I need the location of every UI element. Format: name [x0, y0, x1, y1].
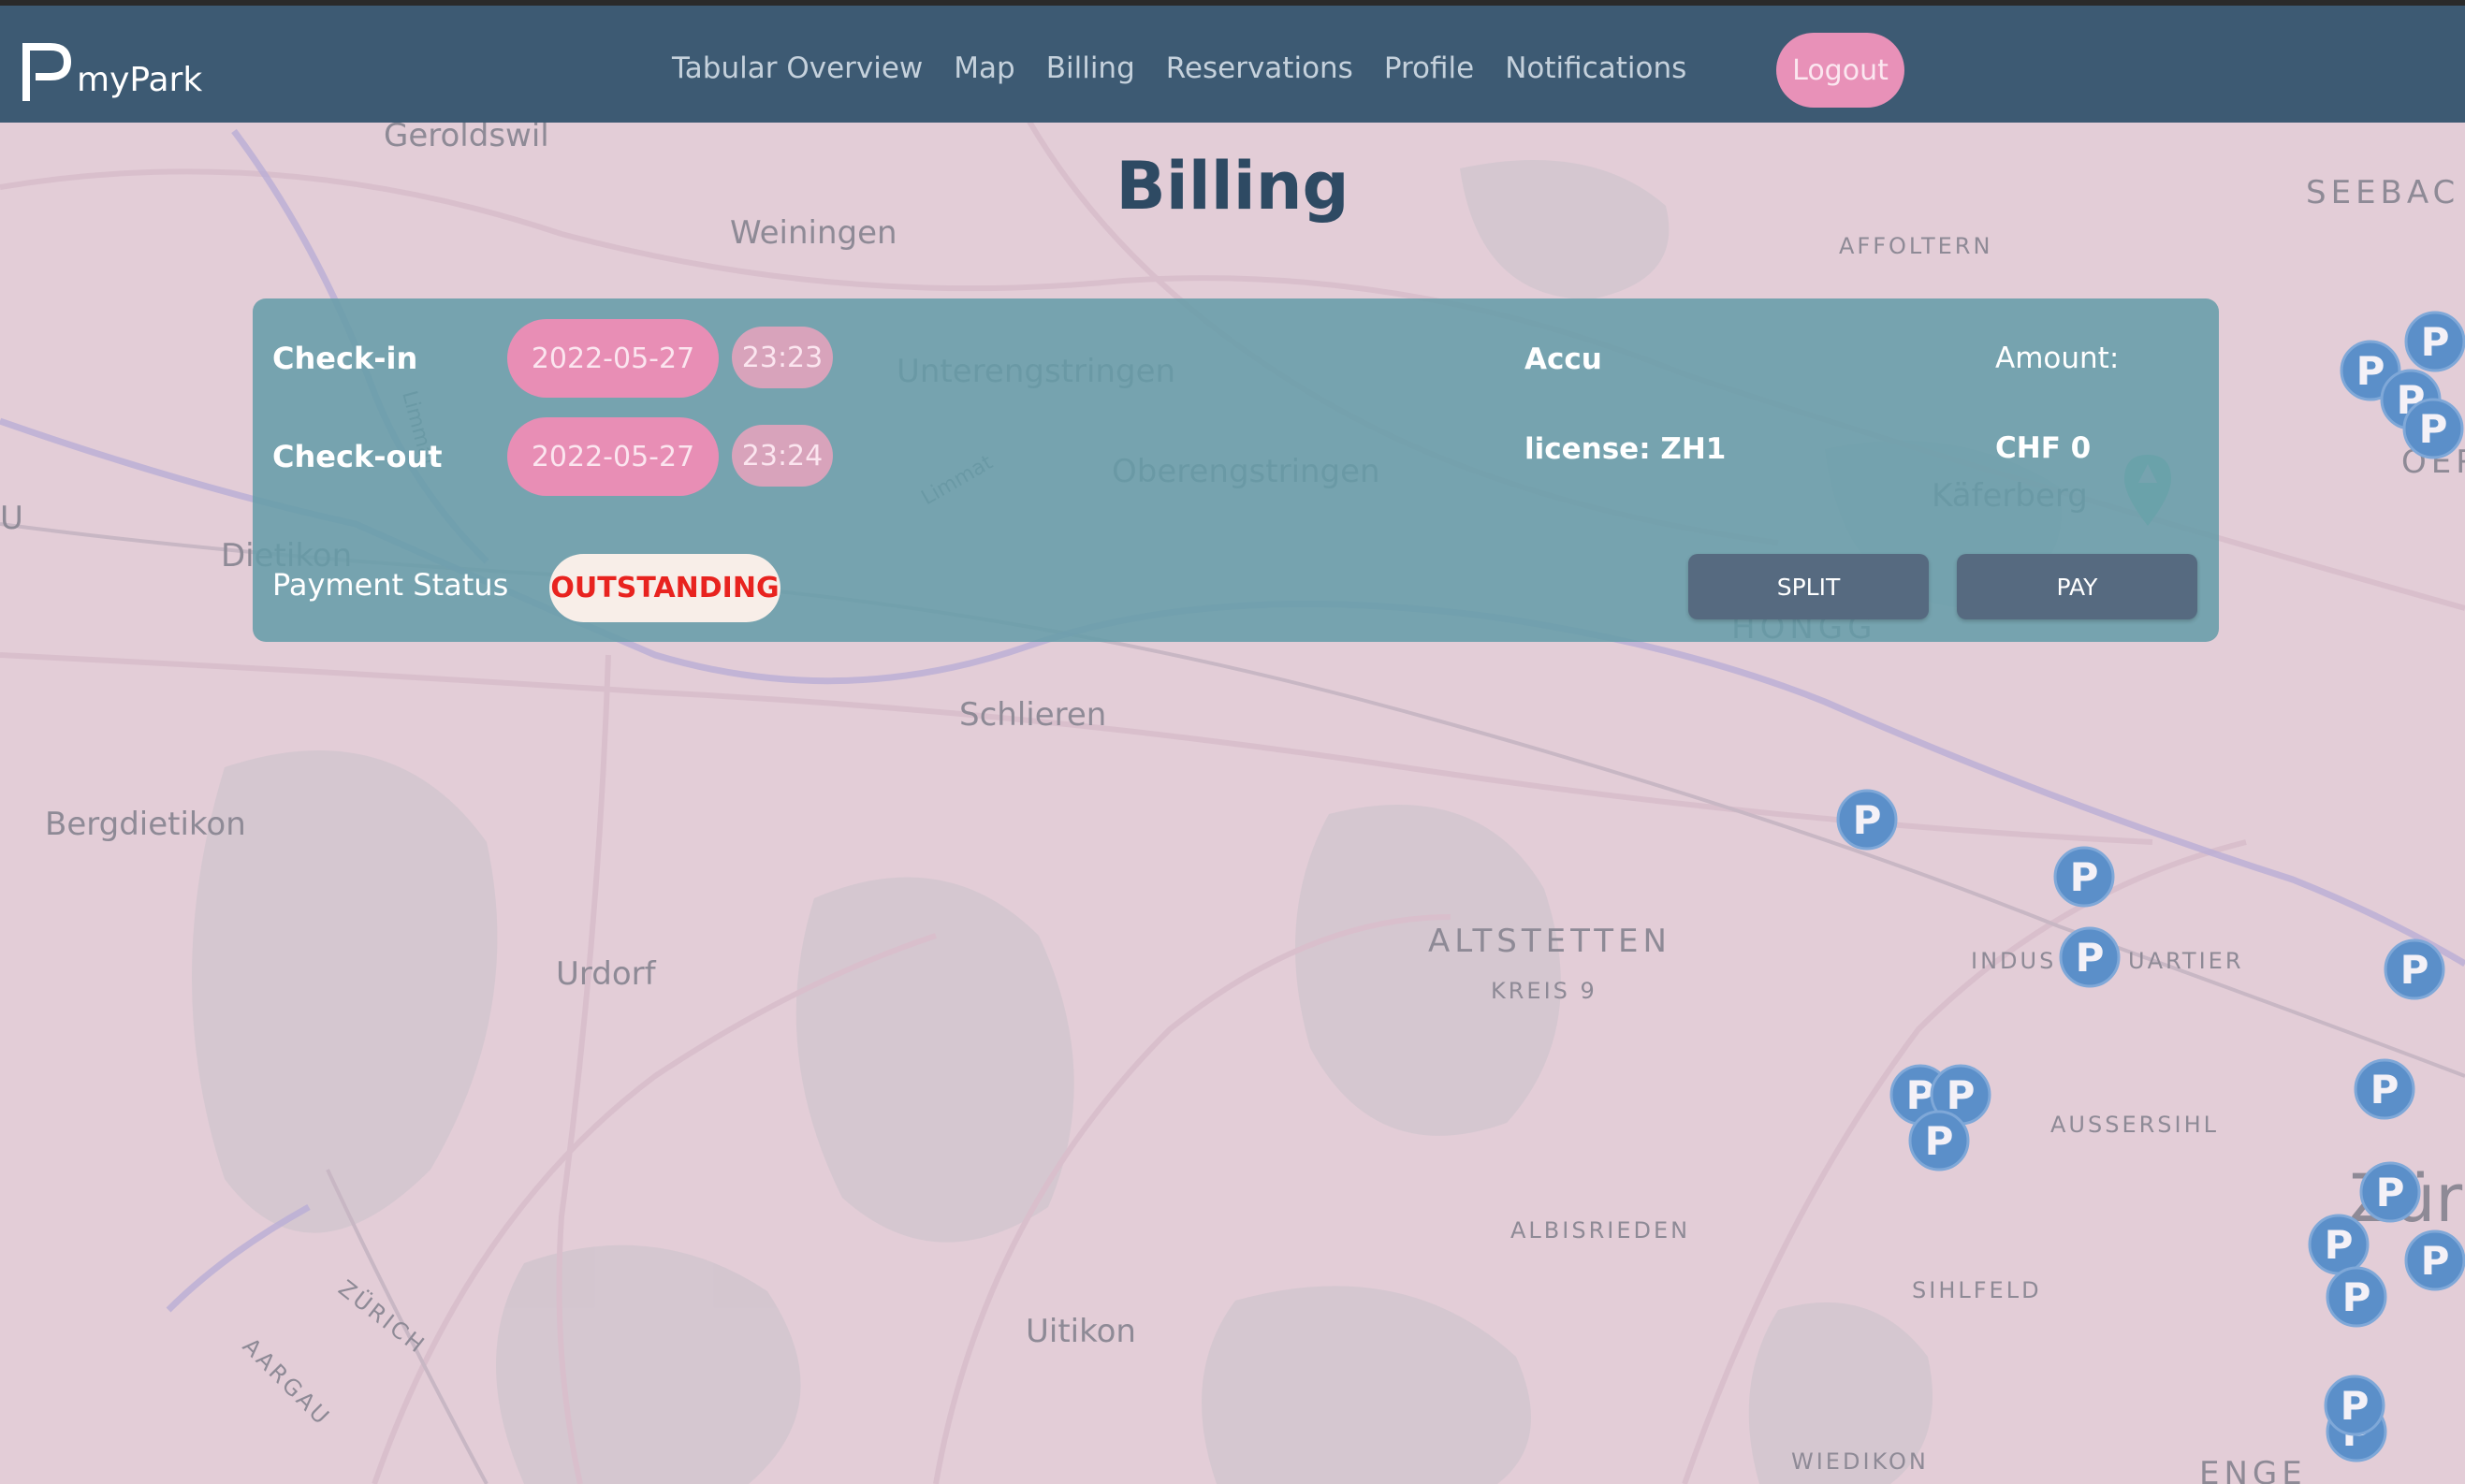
page-title: Billing	[1116, 148, 1349, 225]
parking-marker-icon[interactable]: P	[1908, 1110, 1970, 1171]
svg-text:P: P	[2076, 935, 2105, 981]
svg-text:Urdorf: Urdorf	[556, 955, 657, 993]
svg-text:Uitikon: Uitikon	[1026, 1313, 1136, 1350]
parking-marker-icon[interactable]: P	[2326, 1266, 2387, 1328]
mypark-logo-icon	[22, 43, 72, 101]
checkin-date: 2022-05-27	[507, 319, 719, 398]
brand[interactable]: myPark	[21, 36, 202, 101]
parking-marker-icon[interactable]: P	[2384, 938, 2445, 1000]
svg-text:P: P	[2341, 1383, 2370, 1429]
parking-marker-icon[interactable]: P	[2324, 1375, 2385, 1436]
svg-text:UARTIER: UARTIER	[2128, 948, 2244, 974]
license-plate: license: ZH1	[1524, 432, 1727, 466]
payment-status-label: Payment Status	[272, 567, 509, 603]
parking-marker-icon[interactable]: P	[2359, 1161, 2421, 1223]
svg-text:Schlieren: Schlieren	[959, 696, 1106, 734]
parking-name: Accu	[1524, 342, 1602, 376]
nav-link-notifications[interactable]: Notifications	[1505, 47, 1686, 90]
pay-button[interactable]: PAY	[1957, 554, 2197, 619]
svg-text:P: P	[2356, 348, 2385, 394]
svg-text:P: P	[2342, 1274, 2371, 1320]
svg-text:AFFOLTERN: AFFOLTERN	[1839, 233, 1992, 259]
parking-marker-icon[interactable]: P	[2059, 926, 2121, 988]
billing-card: Check-in 2022-05-27 23:23 Check-out 2022…	[253, 298, 2219, 642]
svg-text:P: P	[2325, 1222, 2354, 1268]
amount-value: CHF 0	[1995, 431, 2092, 465]
svg-text:AUSSERSIHL: AUSSERSIHL	[2050, 1112, 2219, 1138]
svg-text:ALBISRIEDEN: ALBISRIEDEN	[1510, 1217, 1690, 1244]
split-button[interactable]: SPLIT	[1688, 554, 1929, 619]
svg-text:P: P	[2070, 854, 2099, 900]
parking-marker-icon[interactable]: P	[1836, 789, 1898, 851]
logout-button[interactable]: Logout	[1776, 33, 1904, 108]
nav-link-reservations[interactable]: Reservations	[1166, 47, 1353, 90]
checkout-date: 2022-05-27	[507, 417, 719, 496]
amount-label: Amount:	[1995, 342, 2120, 375]
checkin-time: 23:23	[732, 327, 833, 388]
parking-marker-icon[interactable]: P	[2308, 1214, 2370, 1275]
svg-text:P: P	[2419, 406, 2448, 452]
parking-marker-icon[interactable]: P	[2404, 311, 2465, 372]
nav-link-map[interactable]: Map	[954, 47, 1014, 90]
payment-status-badge: OUTSTANDING	[549, 554, 780, 622]
parking-marker-icon[interactable]: P	[2402, 398, 2464, 459]
svg-text:ALTSTETTEN: ALTSTETTEN	[1428, 923, 1671, 960]
parking-marker-icon[interactable]: P	[2404, 1229, 2465, 1291]
nav-links: Tabular Overview Map Billing Reservation…	[672, 47, 1717, 90]
checkout-label: Check-out	[272, 439, 443, 474]
svg-text:P: P	[2421, 1238, 2450, 1284]
svg-text:WIEDIKON: WIEDIKON	[1791, 1448, 1929, 1475]
svg-text:P: P	[1925, 1118, 1954, 1164]
svg-text:P: P	[1853, 797, 1882, 843]
svg-text:P: P	[2376, 1170, 2405, 1215]
nav-link-billing[interactable]: Billing	[1046, 47, 1135, 90]
checkout-time: 23:24	[732, 425, 833, 487]
svg-text:P: P	[1947, 1072, 1976, 1118]
nav-link-tabular-overview[interactable]: Tabular Overview	[672, 47, 923, 90]
svg-text:KREIS 9: KREIS 9	[1491, 978, 1597, 1004]
checkin-label: Check-in	[272, 341, 418, 376]
svg-text:Bergdietikon: Bergdietikon	[45, 806, 246, 843]
svg-text:P: P	[2400, 947, 2429, 993]
svg-text:ENGE: ENGE	[2199, 1455, 2307, 1484]
parking-marker-icon[interactable]: P	[2053, 846, 2115, 908]
svg-text:SIHLFELD: SIHLFELD	[1912, 1277, 2042, 1303]
svg-text:P: P	[2370, 1067, 2399, 1113]
parking-marker-icon[interactable]: P	[2354, 1058, 2415, 1120]
brand-name: myPark	[77, 61, 203, 99]
svg-text:INDUS: INDUS	[1971, 948, 2056, 974]
svg-text:U: U	[0, 500, 23, 537]
svg-text:P: P	[2421, 319, 2450, 365]
top-navbar: myPark Tabular Overview Map Billing Rese…	[0, 0, 2465, 123]
nav-link-profile[interactable]: Profile	[1384, 47, 1474, 90]
